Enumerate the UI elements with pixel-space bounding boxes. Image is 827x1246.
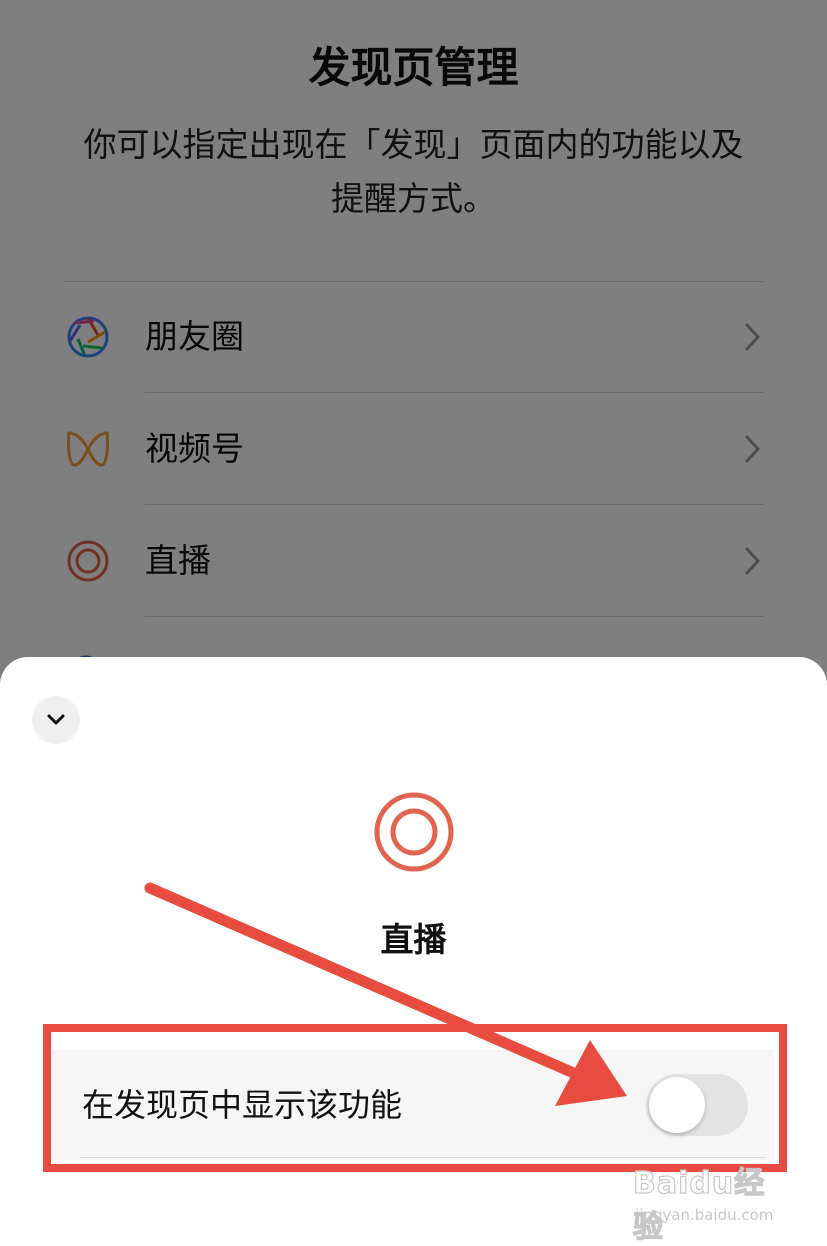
baidu-watermark: Baidu经验 jingyan.baidu.com <box>632 1158 793 1245</box>
watermark-url: jingyan.baidu.com <box>635 1206 774 1224</box>
watermark-brand: Baidu经验 <box>632 1165 766 1245</box>
annotation-arrow <box>144 882 627 1106</box>
